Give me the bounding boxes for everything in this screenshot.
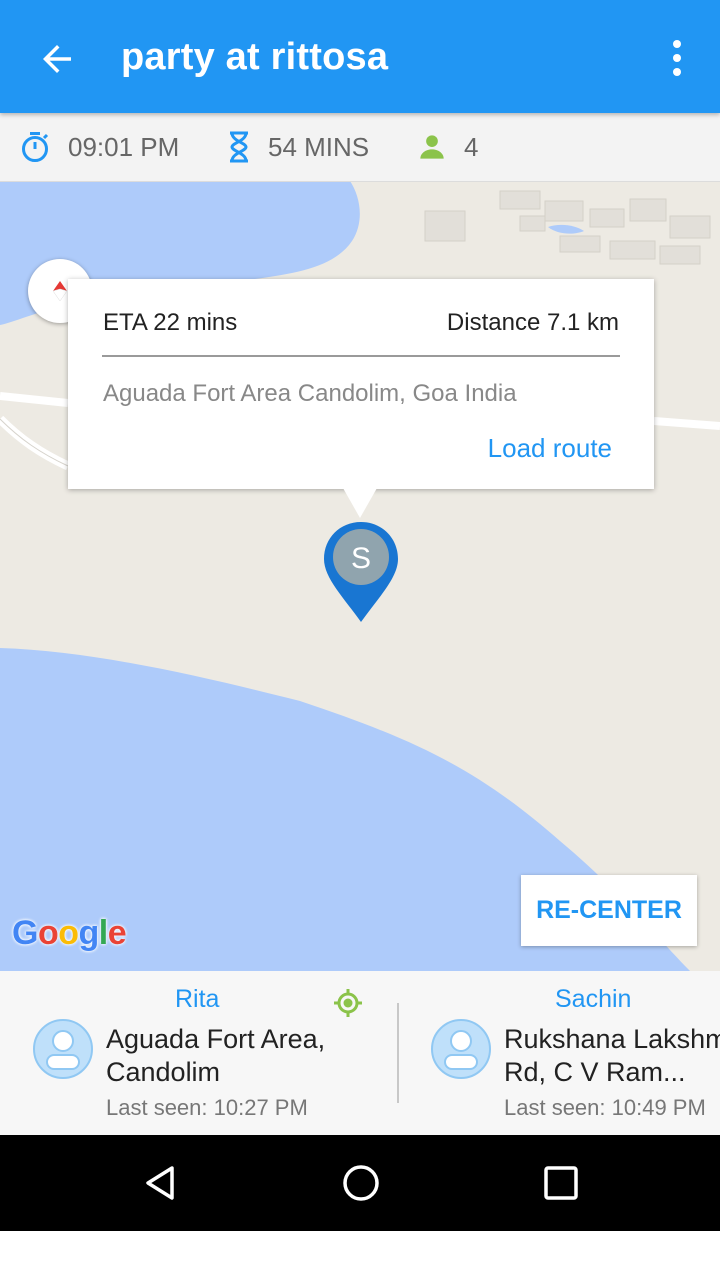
event-duration: 54 MINS	[228, 113, 369, 181]
back-triangle-icon[interactable]	[140, 1163, 180, 1203]
recenter-button[interactable]: RE-CENTER	[521, 875, 697, 946]
event-people: 4	[418, 113, 478, 181]
popup-divider	[102, 355, 620, 357]
popup-address: Aguada Fort Area Candolim, Goa India	[103, 380, 517, 407]
event-duration-text: 54 MINS	[268, 131, 370, 162]
person-avatar-icon	[444, 1030, 478, 1070]
members-strip[interactable]: Rita Aguada Fort Area, Candolim Last see…	[0, 971, 720, 1135]
more-vert-icon[interactable]	[660, 38, 694, 78]
event-info-bar: 09:01 PM 54 MINS 4	[0, 113, 720, 182]
member-last-seen: Last seen: 10:27 PM	[106, 1095, 308, 1120]
location-info-popup: ETA 22 mins Distance 7.1 km Aguada Fort …	[68, 279, 654, 489]
arrow-left-icon[interactable]	[36, 38, 78, 80]
app-bar: party at rittosa	[0, 0, 720, 113]
distance-text: Distance 7.1 km	[446, 309, 619, 336]
event-time-text: 09:01 PM	[68, 131, 180, 162]
hourglass-icon	[230, 131, 248, 163]
eta-text: ETA 22 mins	[103, 309, 238, 336]
event-time: 09:01 PM	[20, 113, 179, 181]
member-name: Sachin	[555, 985, 632, 1013]
home-circle-icon[interactable]	[341, 1163, 381, 1203]
person-avatar-icon	[46, 1030, 80, 1070]
recents-square-icon[interactable]	[543, 1165, 579, 1201]
member-location: Rukshana Lakshmi Rd, C V Ram...	[504, 1024, 720, 1087]
system-navigation-bar	[0, 1135, 720, 1231]
google-logo: Google	[12, 914, 127, 952]
location-target-icon[interactable]	[333, 988, 363, 1018]
map-pin-marker[interactable]: S	[322, 520, 400, 624]
person-icon	[420, 135, 444, 159]
member-location: Aguada Fort Area, Candolim	[106, 1024, 326, 1087]
avatar	[33, 1019, 93, 1079]
popup-pointer	[343, 488, 377, 518]
load-route-link[interactable]: Load route	[488, 433, 612, 464]
member-last-seen: Last seen: 10:49 PM	[504, 1095, 706, 1120]
page-title: party at rittosa	[121, 36, 389, 78]
event-people-count: 4	[464, 131, 479, 162]
stopwatch-icon	[22, 132, 49, 162]
member-card[interactable]: Sachin Rukshana Lakshmi Rd, C V Ram... L…	[399, 971, 720, 1135]
marker-initial: S	[351, 542, 371, 575]
member-name: Rita	[175, 985, 220, 1013]
avatar	[431, 1019, 491, 1079]
member-card[interactable]: Rita Aguada Fort Area, Candolim Last see…	[0, 971, 397, 1135]
